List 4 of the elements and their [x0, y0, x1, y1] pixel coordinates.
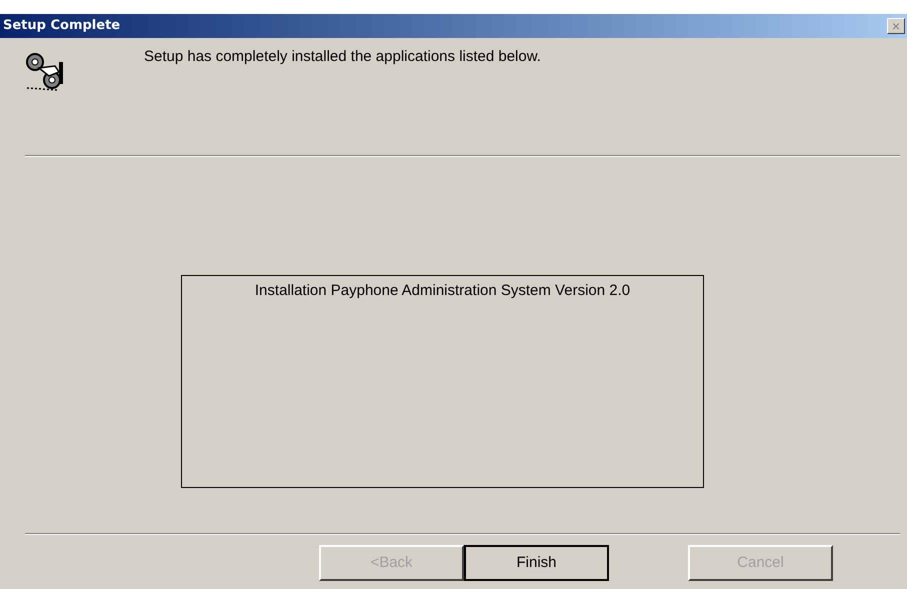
list-item: Installation Payphone Administration System Version 2.0 [254, 281, 630, 301]
header-message: Setup has completely installed the applications listed below. [144, 47, 541, 67]
window-title: Setup Complete [3, 17, 120, 36]
wizard-button[interactable]: Finish [464, 545, 609, 581]
